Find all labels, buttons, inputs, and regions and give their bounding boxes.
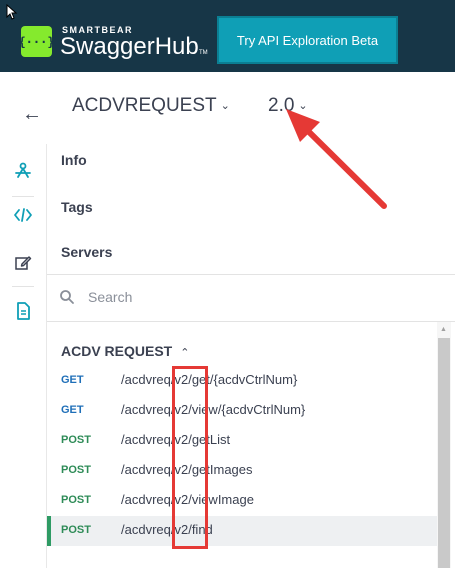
chevron-down-icon: ⌄ (220, 100, 230, 113)
http-method: GET (61, 404, 84, 416)
endpoint-row-selected[interactable]: POST /acdvreq/v2/find (47, 516, 437, 546)
nav-divider (47, 274, 455, 275)
section-title: ACDV REQUEST (61, 343, 173, 359)
rail-divider (12, 196, 34, 197)
app-header: {···} SMARTBEAR SwaggerHub TM Try API Ex… (0, 0, 455, 72)
api-name-dropdown[interactable]: ACDVREQUEST ⌄ (72, 95, 230, 117)
endpoint-row[interactable]: POST /acdvreq/v2/viewImage (47, 486, 437, 516)
endpoint-path: /acdvreq/v2/get/{acdvCtrlNum} (121, 372, 298, 387)
try-api-exploration-button[interactable]: Try API Exploration Beta (217, 16, 398, 64)
scrollbar-thumb[interactable] (438, 338, 450, 568)
left-icon-rail (0, 144, 46, 568)
document-icon[interactable] (12, 300, 34, 322)
code-icon[interactable] (12, 204, 34, 226)
selected-indicator (47, 516, 51, 546)
back-arrow-icon[interactable]: ← (22, 103, 42, 126)
http-method: POST (61, 524, 91, 536)
endpoint-row[interactable]: POST /acdvreq/v2/getList (47, 426, 437, 456)
brand-trademark: TM (199, 50, 208, 56)
http-method: POST (61, 434, 91, 446)
http-method: POST (61, 464, 91, 476)
brand-product-name[interactable]: SwaggerHub (60, 33, 199, 61)
search-divider (47, 321, 455, 322)
annotation-highlight-box (172, 366, 208, 549)
endpoint-row[interactable]: GET /acdvreq/v2/view/{acdvCtrlNum} (47, 396, 437, 426)
rail-divider (12, 286, 34, 287)
api-design-icon[interactable] (12, 160, 34, 182)
search-input[interactable] (88, 286, 388, 308)
edit-icon[interactable] (12, 252, 34, 274)
mouse-cursor-icon (6, 4, 18, 20)
nav-item-servers[interactable]: Servers (61, 244, 112, 260)
scroll-up-arrow-icon[interactable]: ▲ (440, 326, 447, 333)
swaggerhub-logo-icon[interactable]: {···} (18, 26, 55, 57)
search-icon (60, 290, 74, 304)
endpoint-row[interactable]: GET /acdvreq/v2/get/{acdvCtrlNum} (47, 366, 437, 396)
nav-item-tags[interactable]: Tags (61, 199, 93, 215)
endpoint-row[interactable]: POST /acdvreq/v2/getImages (47, 456, 437, 486)
http-method: GET (61, 374, 84, 386)
endpoint-path: /acdvreq/v2/view/{acdvCtrlNum} (121, 402, 306, 417)
chevron-up-icon: ⌃ (180, 347, 190, 359)
api-version-label: 2.0 (268, 95, 295, 116)
chevron-down-icon: ⌄ (298, 100, 308, 113)
section-acdv-request-header[interactable]: ACDV REQUEST ⌃ (61, 343, 189, 359)
nav-item-info[interactable]: Info (61, 152, 87, 168)
http-method: POST (61, 494, 91, 506)
api-name-label: ACDVREQUEST (72, 95, 217, 116)
api-version-dropdown[interactable]: 2.0 ⌄ (268, 95, 308, 117)
